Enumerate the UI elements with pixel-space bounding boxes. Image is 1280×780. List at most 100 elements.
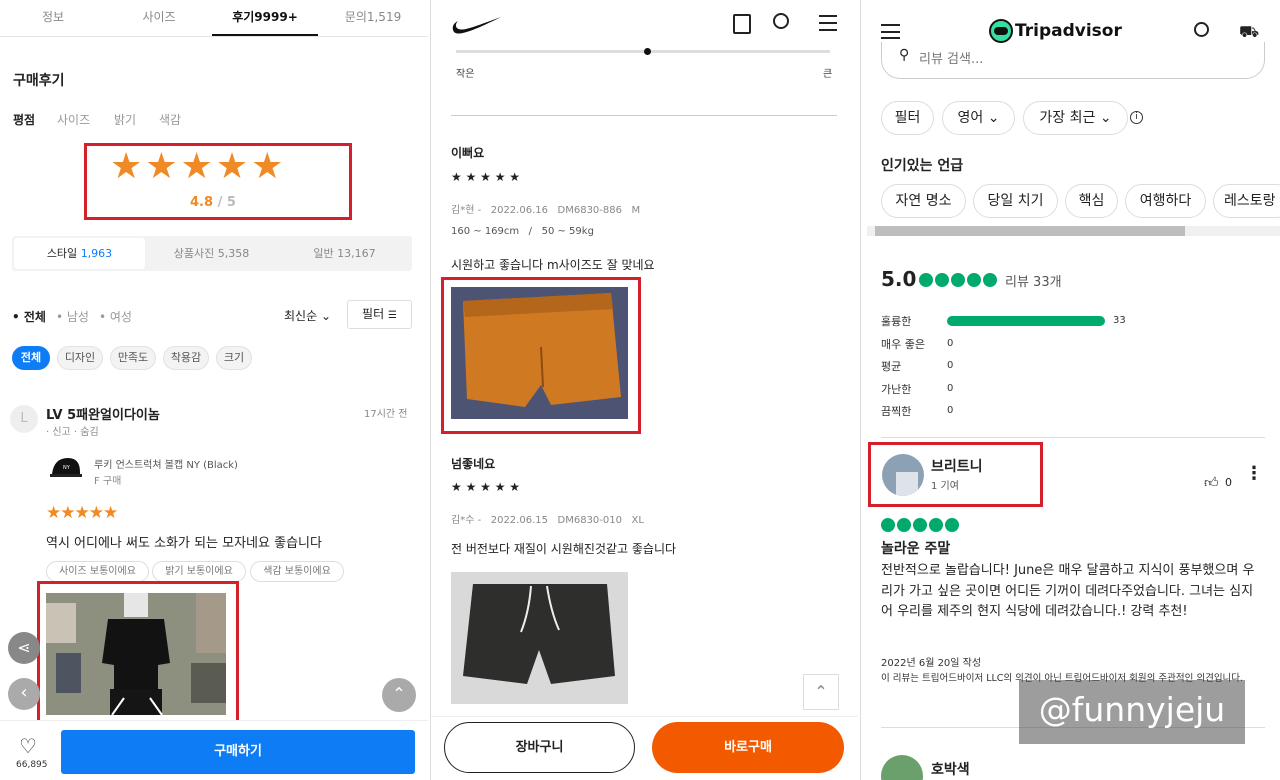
heart-icon[interactable]: ♡	[19, 734, 37, 758]
review-bubbles	[881, 517, 961, 536]
thumbs-up-icon[interactable]: 👍︎	[1204, 474, 1219, 491]
nike-logo[interactable]	[451, 14, 503, 36]
reviews-title: 구매후기	[13, 73, 65, 89]
subtab-size[interactable]: 사이즈	[57, 111, 90, 128]
svg-text:NY: NY	[63, 465, 71, 471]
filter-button[interactable]: 필터	[881, 101, 934, 135]
segment-general-count: 13,167	[337, 247, 376, 260]
rating-bar-track	[947, 406, 1105, 416]
rating-bar-track	[947, 384, 1105, 394]
helpful-count: 0	[1225, 476, 1232, 489]
sort-dropdown[interactable]: 가장 최근 ⌄	[1023, 101, 1128, 135]
nike-review-panel: 작은 큰 이뻐요 ★ ★ ★ ★ ★ 김*현 - 2022.06.16 DM68…	[430, 0, 858, 780]
review2-text: 전 버전보다 재질이 시원해진것같고 좋습니다	[451, 542, 677, 556]
review1-text: 시원하고 좋습니다 m사이즈도 잘 맞네요	[451, 258, 655, 272]
buy-button[interactable]: 구매하기	[61, 730, 415, 774]
sliders-icon: ☰	[387, 310, 397, 321]
review1-meta: 김*현 - 2022.06.16 DM6830-886 M	[451, 205, 641, 216]
fit-slider-knob	[644, 48, 651, 55]
rating-bar-label: 매우 좋은	[881, 337, 925, 351]
tab-qna[interactable]: 문의1,519	[318, 0, 428, 36]
mention-chip[interactable]: 당일 치기	[973, 184, 1058, 218]
share-icon[interactable]: ⋖	[8, 632, 40, 664]
segment-photo[interactable]: 상품사진 5,358	[145, 238, 278, 269]
review-title: 놀라운 주말	[881, 541, 951, 557]
fit-slider	[456, 50, 830, 53]
review-stars: ★★★★★	[46, 503, 118, 523]
chip-all[interactable]: 전체	[12, 346, 50, 370]
product-thumb[interactable]: NY	[46, 452, 86, 486]
info-icon[interactable]: i	[1130, 111, 1143, 124]
rating-bar-label: 가난한	[881, 382, 912, 396]
highlight-box-rating	[84, 143, 352, 220]
search-icon[interactable]	[1194, 22, 1209, 37]
review2-title: 넘좋네요	[451, 457, 496, 471]
review1-body: 160 ~ 169cm / 50 ~ 59kg	[451, 226, 594, 237]
chip-fit[interactable]: 착용감	[163, 346, 209, 370]
cart-icon[interactable]: ⛟	[1239, 22, 1259, 43]
highlight-box-reviewer	[868, 442, 1043, 507]
subtab-color[interactable]: 색감	[159, 111, 181, 128]
rating-bar-track	[947, 339, 1105, 349]
scroll-top-icon[interactable]: ⌃	[803, 674, 839, 710]
highlight-box-photo	[37, 581, 239, 727]
buy-now-button[interactable]: 바로구매	[652, 722, 844, 773]
review-actions[interactable]: · 신고 · 숨김	[46, 423, 99, 438]
tripadvisor-owl-icon	[989, 19, 1013, 43]
tab-reviews[interactable]: 후기9999+	[212, 0, 318, 36]
gender-female[interactable]: • 여성	[99, 308, 132, 325]
mention-chip[interactable]: 핵심	[1065, 184, 1118, 218]
rating-bar-fill	[947, 316, 1105, 326]
score-bubbles	[919, 272, 999, 291]
divider	[881, 437, 1265, 438]
mention-chip[interactable]: 여행하다	[1125, 184, 1206, 218]
horizontal-scrollbar[interactable]	[867, 226, 1280, 236]
segment-style-count: 1,963	[80, 247, 113, 260]
chip-design[interactable]: 디자인	[57, 346, 103, 370]
mention-chip[interactable]: 자연 명소	[881, 184, 966, 218]
mention-chip[interactable]: 레스토랑	[1213, 184, 1280, 218]
avatar: L	[10, 405, 38, 433]
scroll-top-icon[interactable]: ⌃	[382, 678, 416, 712]
rating-bar-count: 33	[1113, 315, 1126, 326]
subtab-rating[interactable]: 평점	[13, 111, 35, 128]
review-username[interactable]: LV 5패완얼이다이놈	[46, 404, 160, 423]
chip-size[interactable]: 크기	[216, 346, 252, 370]
tab-info[interactable]: 정보	[0, 0, 106, 36]
more-options-icon[interactable]: ⋮	[1245, 465, 1263, 483]
next-reviewer-avatar[interactable]	[881, 755, 923, 780]
language-dropdown[interactable]: 영어 ⌄	[942, 101, 1015, 135]
search-icon[interactable]	[773, 13, 789, 29]
sort-dropdown[interactable]: 최신순 ⌄	[284, 307, 331, 324]
segment-style[interactable]: 스타일 1,963	[14, 238, 145, 269]
rating-bar-track	[947, 361, 1105, 371]
gender-male[interactable]: • 남성	[56, 308, 89, 325]
next-reviewer-name[interactable]: 호박색	[931, 759, 970, 779]
review-body: 전반적으로 놀랍습니다! June은 매우 달콤하고 지식이 풍부했으며 우리가…	[881, 563, 1255, 619]
menu-icon[interactable]	[881, 24, 900, 39]
tripadvisor-review-panel: Tripadvisor ⛟ ⚲ 리뷰 검색... 필터 영어 ⌄ 가장 최근 ⌄…	[860, 0, 1280, 780]
brand-name[interactable]: Tripadvisor	[1015, 21, 1122, 41]
back-arrow-icon[interactable]: ‹	[8, 678, 40, 710]
sort-label: 최신순	[284, 309, 318, 323]
subtab-brightness[interactable]: 밝기	[114, 111, 136, 128]
chip-satisfaction[interactable]: 만족도	[110, 346, 156, 370]
divider	[451, 115, 837, 116]
search-placeholder: 리뷰 검색...	[919, 52, 984, 67]
tab-size[interactable]: 사이즈	[106, 0, 212, 36]
review-count[interactable]: 리뷰 33개	[1005, 271, 1062, 290]
segment-style-label: 스타일	[46, 247, 78, 260]
review1-stars: ★ ★ ★ ★ ★	[451, 170, 521, 184]
rating-bar-label: 평균	[881, 360, 902, 373]
bag-icon[interactable]	[733, 14, 751, 34]
likes-count: 66,895	[16, 760, 48, 770]
review2-photo[interactable]	[451, 572, 628, 704]
product-name[interactable]: 루키 언스트럭쳐 볼캡 NY (Black)	[94, 456, 238, 471]
segment-general[interactable]: 일반 13,167	[278, 238, 411, 269]
menu-icon[interactable]	[819, 15, 837, 31]
filter-button[interactable]: 필터 ☰	[347, 300, 412, 329]
popular-mentions-title: 인기있는 언급	[881, 158, 964, 174]
gender-all[interactable]: • 전체	[12, 308, 46, 325]
rating-bar-label: 훌륭한	[881, 315, 912, 328]
cart-button[interactable]: 장바구니	[444, 722, 635, 773]
